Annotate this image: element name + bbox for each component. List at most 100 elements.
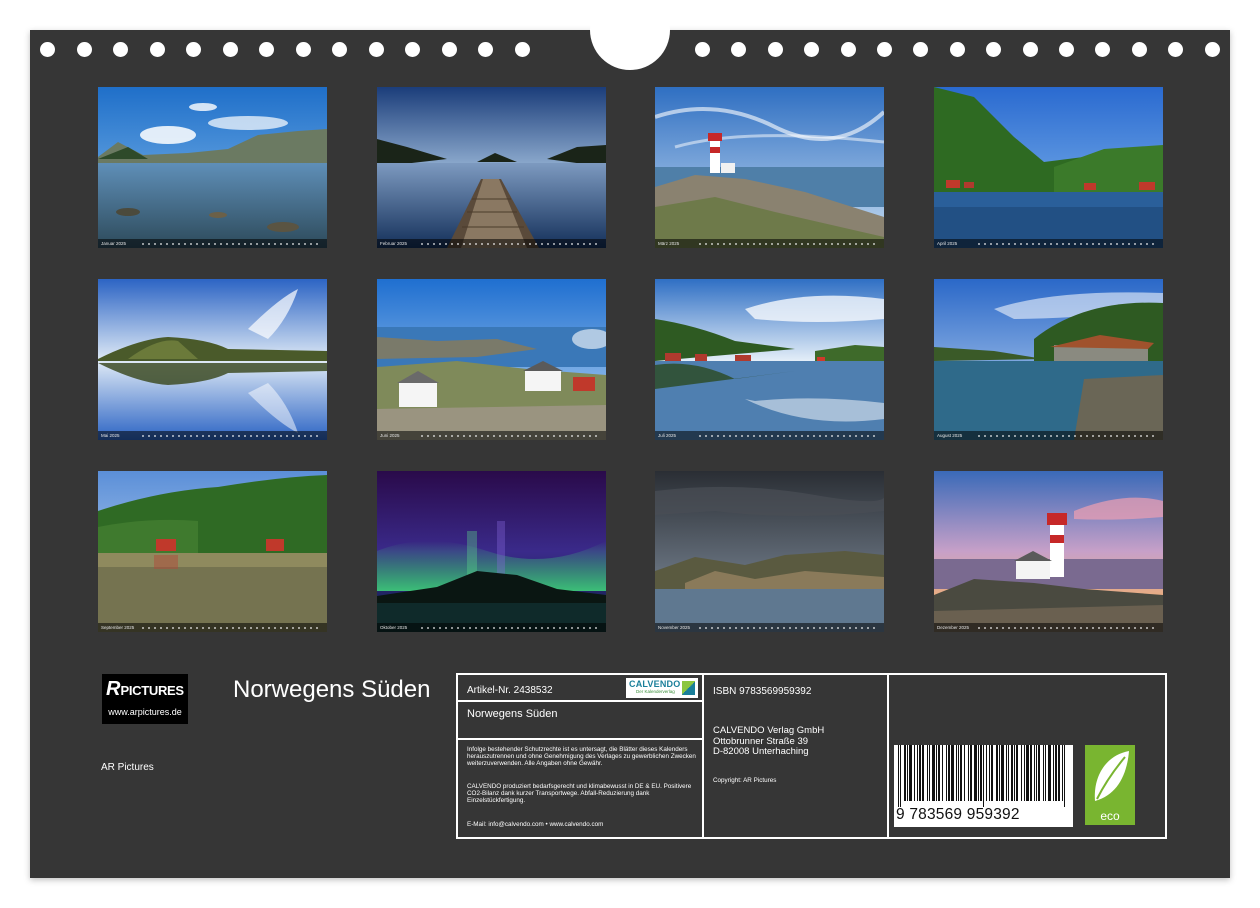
month-label: Februar 2025 <box>380 241 408 246</box>
barcode-bar <box>958 745 959 801</box>
production-notice: CALVENDO produziert bedarfsgerecht und k… <box>467 783 692 805</box>
barcode-bar <box>1006 745 1007 801</box>
binding-hole <box>767 42 783 57</box>
binding-hole <box>405 42 420 57</box>
barcode-bar <box>951 745 954 801</box>
day-grid <box>978 435 1157 437</box>
month-label: März 2025 <box>658 241 680 246</box>
binding-hole <box>804 42 820 57</box>
barcode-bar <box>1001 745 1004 801</box>
barcode-bar <box>991 745 993 801</box>
barcode-bar <box>1011 745 1013 801</box>
barcode-bar <box>970 745 972 801</box>
barcode-bar <box>968 745 969 801</box>
hanger-notch <box>590 0 670 70</box>
barcode-bar <box>927 745 928 801</box>
binding-hole <box>1204 42 1220 57</box>
month-thumbnail: November 2025 <box>655 471 884 632</box>
day-grid <box>978 243 1157 245</box>
barcode-bar <box>909 745 912 801</box>
barcode-bar <box>974 745 977 801</box>
barcode-bar <box>978 745 979 801</box>
day-grid <box>142 243 321 245</box>
binding-hole <box>1131 42 1147 57</box>
barcode-bar <box>1016 745 1018 801</box>
barcode-bar <box>1064 745 1065 807</box>
day-grid <box>142 435 321 437</box>
barcode-bar <box>907 745 908 801</box>
month-calendar-strip: März 2025 <box>655 239 884 248</box>
eco-badge: eco <box>1085 745 1135 825</box>
binding-hole <box>259 42 274 57</box>
copyright-notice: Infolge bestehender Schutzrechte ist es … <box>467 746 696 768</box>
barcode-bars <box>898 745 1065 807</box>
barcode-bar <box>1024 745 1025 801</box>
landscape-photo <box>934 279 1163 440</box>
month-thumbnail: Dezember 2025 <box>934 471 1163 632</box>
binding-hole <box>1022 42 1038 57</box>
logo-url: www.arpictures.de <box>108 707 182 717</box>
day-grid <box>421 627 600 629</box>
month-calendar-strip: Oktober 2025 <box>377 623 606 632</box>
month-thumbnail: April 2025 <box>934 87 1163 248</box>
barcode-bar <box>1014 745 1015 801</box>
binding-hole <box>731 42 747 57</box>
barcode-bar <box>999 745 1000 801</box>
barcode-bar <box>986 745 987 801</box>
barcode-bar <box>1062 745 1063 801</box>
month-label: Mai 2025 <box>101 433 120 438</box>
barcode-bar <box>1048 745 1051 801</box>
landscape-photo <box>655 471 884 632</box>
calvendo-mark-icon <box>682 681 695 695</box>
landscape-photo <box>98 279 327 440</box>
barcode-bar <box>900 745 901 807</box>
barcode-bar <box>929 745 930 801</box>
month-label: Oktober 2025 <box>380 625 408 630</box>
barcode-box: 9 783569 959392 eco <box>887 673 1167 839</box>
ar-pictures-logo: RPICTURES www.arpictures.de <box>102 674 188 724</box>
barcode-bar <box>1036 745 1037 801</box>
binding-hole <box>877 42 892 57</box>
day-grid <box>421 435 600 437</box>
title-row: Norwegens Süden <box>458 702 702 740</box>
month-thumbnail: März 2025 <box>655 87 884 248</box>
barcode-bar <box>922 745 924 801</box>
landscape-photo <box>377 471 606 632</box>
binding-hole <box>186 42 201 57</box>
month-thumbnail: Februar 2025 <box>377 87 606 248</box>
landscape-photo <box>655 87 884 248</box>
month-label: Juli 2025 <box>658 433 677 438</box>
month-label: Januar 2025 <box>101 241 127 246</box>
month-label: Juni 2025 <box>380 433 400 438</box>
binding-hole <box>1095 42 1111 57</box>
binding-hole <box>949 42 965 57</box>
month-label: August 2025 <box>937 433 963 438</box>
day-grid <box>699 243 878 245</box>
barcode-bar <box>1058 745 1060 801</box>
day-grid <box>142 627 321 629</box>
barcode-bar <box>898 745 899 807</box>
landscape-photo <box>98 87 327 248</box>
month-calendar-strip: Juni 2025 <box>377 431 606 440</box>
binding-hole <box>913 42 929 57</box>
isbn: ISBN 9783569959392 <box>713 686 812 697</box>
barcode-bar <box>904 745 906 801</box>
binding-hole <box>222 42 238 57</box>
binding-hole <box>295 42 311 57</box>
barcode-bar <box>914 745 915 801</box>
month-thumbnail: Oktober 2025 <box>377 471 606 632</box>
day-grid <box>421 243 600 245</box>
barcode-bar <box>946 745 947 801</box>
binding-hole <box>149 42 165 57</box>
barcode-bar <box>932 745 935 801</box>
binding-hole <box>1168 42 1184 57</box>
barcode-bar <box>1038 745 1040 801</box>
barcode-bar <box>1034 745 1035 801</box>
barcode-bar <box>956 745 957 801</box>
barcode-bar <box>964 745 965 801</box>
month-calendar-strip: August 2025 <box>934 431 1163 440</box>
month-calendar-strip: April 2025 <box>934 239 1163 248</box>
binding-hole <box>478 42 493 57</box>
day-grid <box>978 627 1157 629</box>
box-calendar-title: Norwegens Süden <box>467 708 558 720</box>
